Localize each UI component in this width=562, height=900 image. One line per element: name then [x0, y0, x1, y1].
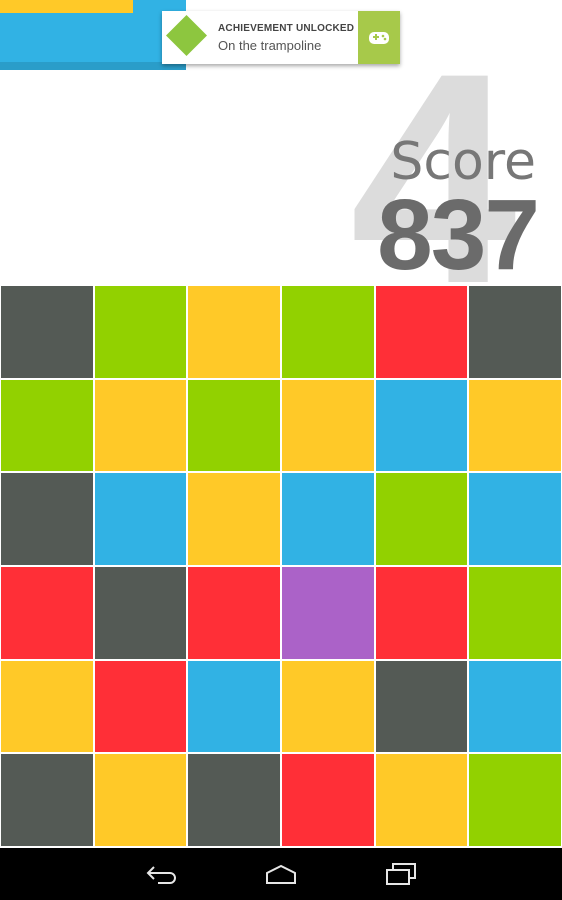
tile-gray[interactable]: [1, 754, 93, 846]
level-progress-fill: [0, 0, 133, 13]
tile-red[interactable]: [281, 754, 374, 846]
tile-yellow[interactable]: [469, 379, 561, 472]
tile-gray[interactable]: [1, 473, 93, 565]
tile-gray[interactable]: [188, 754, 280, 846]
navigation-bar: [0, 848, 562, 900]
tile-blue[interactable]: [94, 473, 187, 565]
tile-gray[interactable]: [375, 660, 468, 753]
back-icon[interactable]: [136, 854, 186, 894]
tile-green[interactable]: [281, 286, 374, 378]
tile-blue[interactable]: [281, 473, 374, 565]
tile-red[interactable]: [375, 566, 468, 659]
tile-yellow[interactable]: [94, 379, 187, 472]
score-value: 837: [377, 179, 540, 291]
tile-blue[interactable]: [188, 660, 280, 753]
tile-red[interactable]: [94, 660, 187, 753]
tile-yellow[interactable]: [188, 286, 280, 378]
tile-red[interactable]: [1, 566, 93, 659]
tile-green[interactable]: [375, 473, 468, 565]
tile-gray[interactable]: [94, 566, 187, 659]
home-icon[interactable]: [256, 854, 306, 894]
tile-yellow[interactable]: [1, 660, 93, 753]
tile-blue[interactable]: [469, 473, 561, 565]
tile-gray[interactable]: [1, 286, 93, 378]
tile-yellow[interactable]: [281, 660, 374, 753]
tile-yellow[interactable]: [94, 754, 187, 846]
achievement-diamond-icon: [165, 14, 208, 57]
achievement-text: ACHIEVEMENT UNLOCKED On the trampoline: [214, 23, 358, 53]
tile-yellow[interactable]: [375, 754, 468, 846]
achievement-subtitle: On the trampoline: [218, 37, 322, 53]
tile-green[interactable]: [469, 754, 561, 846]
tile-green[interactable]: [94, 286, 187, 378]
tile-red[interactable]: [375, 286, 468, 378]
tile-red[interactable]: [188, 566, 280, 659]
tile-purple[interactable]: [281, 566, 374, 659]
recents-icon[interactable]: [376, 854, 426, 894]
tile-yellow[interactable]: [188, 473, 280, 565]
tile-blue[interactable]: [469, 660, 561, 753]
tile-blue[interactable]: [375, 379, 468, 472]
tile-green[interactable]: [469, 566, 561, 659]
level-progress-shadow: [0, 62, 186, 70]
tile-green[interactable]: [1, 379, 93, 472]
tile-green[interactable]: [188, 379, 280, 472]
tile-yellow[interactable]: [281, 379, 374, 472]
achievement-title: ACHIEVEMENT UNLOCKED: [218, 22, 355, 34]
game-board: [0, 284, 562, 848]
achievement-badge: [162, 11, 214, 64]
tile-gray[interactable]: [469, 286, 561, 378]
